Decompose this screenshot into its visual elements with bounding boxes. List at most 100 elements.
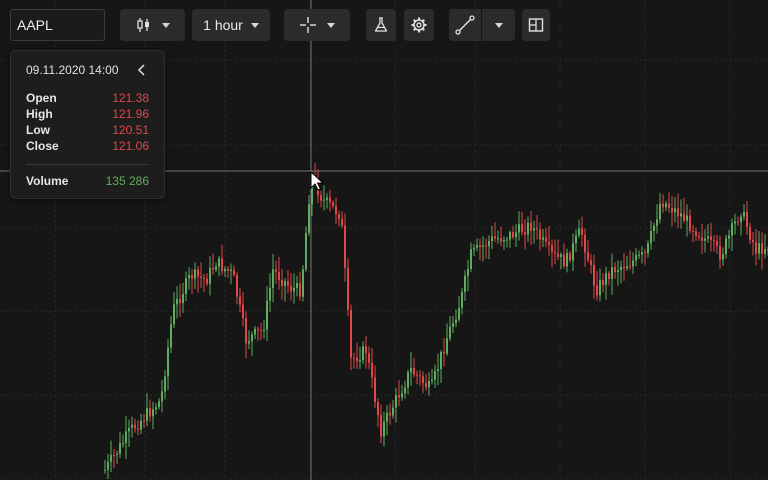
candle-body: [350, 309, 352, 358]
candle-body: [275, 269, 277, 272]
candle-body: [590, 260, 592, 265]
layout-button[interactable]: [522, 9, 550, 41]
candle-body: [308, 204, 310, 233]
candle-body: [425, 382, 427, 388]
candle-body: [236, 274, 238, 297]
settings-button[interactable]: [404, 9, 434, 41]
gear-icon: [410, 16, 428, 34]
candle-body: [656, 219, 658, 226]
candle-body: [500, 238, 502, 242]
candle-body: [335, 205, 337, 215]
ohlc-divider: [26, 164, 149, 165]
candle-body: [755, 242, 757, 254]
interval-label: 1 hour: [203, 17, 243, 33]
candle-body: [320, 195, 322, 201]
candle-body: [536, 228, 538, 230]
candle-body: [404, 387, 406, 394]
candle-body: [158, 401, 160, 408]
candle-body: [728, 235, 730, 239]
candle-body: [176, 299, 178, 305]
interval-button[interactable]: 1 hour: [192, 9, 270, 41]
candle-body: [692, 230, 694, 232]
chevron-down-icon: [327, 22, 335, 28]
candle-body: [431, 379, 433, 382]
candles-icon: [136, 17, 152, 33]
collapse-panel-button[interactable]: [135, 63, 149, 77]
candle-body: [533, 228, 535, 231]
candle-body: [125, 431, 127, 444]
candle-body: [185, 278, 187, 295]
candle-body: [380, 415, 382, 437]
candle-body: [479, 245, 481, 248]
candle-body: [119, 443, 121, 454]
candle-body: [134, 424, 136, 429]
candle-body: [593, 264, 595, 286]
candle-body: [521, 224, 523, 233]
candle-body: [677, 208, 679, 217]
candle-body: [383, 421, 385, 437]
candle-body: [740, 216, 742, 222]
candle-body: [704, 238, 706, 241]
candle-body: [386, 412, 388, 422]
candle-body: [695, 231, 697, 236]
top-toolbar: 1 hour: [0, 0, 768, 50]
candle-body: [299, 282, 301, 297]
candle-body: [455, 319, 457, 324]
drawing-tool-dropdown[interactable]: [482, 9, 515, 41]
candle-body: [647, 243, 649, 254]
crosshair-mode-button[interactable]: [284, 9, 350, 41]
candle-body: [419, 375, 421, 377]
candle-body: [503, 239, 505, 242]
candle-body: [266, 300, 268, 330]
candle-body: [302, 269, 304, 297]
candle-body: [638, 254, 640, 256]
candle-body: [485, 245, 487, 247]
candle-body: [140, 420, 142, 430]
candle-body: [560, 254, 562, 257]
candle-body: [215, 266, 217, 270]
high-value: 121.96: [112, 107, 149, 121]
candle-body: [497, 238, 499, 240]
candle-body: [182, 294, 184, 303]
candle-body: [233, 269, 235, 275]
candle-body: [203, 277, 205, 279]
candle-body: [644, 252, 646, 254]
low-value: 120.51: [112, 123, 149, 137]
candle-body: [632, 260, 634, 267]
candle-body: [278, 271, 280, 281]
candle-body: [239, 296, 241, 305]
drawing-tool-button[interactable]: [449, 9, 481, 41]
candle-body: [491, 236, 493, 242]
ohlc-high-row: High 121.96: [26, 106, 149, 122]
symbol-input[interactable]: [10, 9, 105, 41]
candle-body: [362, 346, 364, 361]
candle-body: [698, 235, 700, 238]
candle-body: [599, 280, 601, 296]
candle-body: [146, 408, 148, 421]
candle-body: [188, 274, 190, 279]
candle-body: [437, 369, 439, 371]
open-label: Open: [26, 91, 57, 105]
candle-body: [377, 402, 379, 416]
candle-body: [152, 409, 154, 417]
volume-value: 135 286: [105, 174, 149, 188]
candle-body: [509, 232, 511, 240]
candle-body: [290, 285, 292, 292]
candle-body: [443, 352, 445, 354]
candle-body: [428, 381, 430, 388]
layout-icon: [528, 17, 544, 33]
chart-type-button[interactable]: [120, 9, 185, 41]
flask-icon: [373, 17, 389, 33]
candle-body: [326, 197, 328, 200]
candle-body: [746, 211, 748, 228]
indicators-button[interactable]: [366, 9, 396, 41]
chevron-down-icon: [161, 22, 170, 28]
candle-body: [155, 407, 157, 410]
candle-body: [173, 304, 175, 325]
candle-body: [758, 243, 760, 254]
candle-body: [515, 232, 517, 238]
candle-body: [524, 232, 526, 235]
candle-body: [725, 238, 727, 255]
candle-body: [209, 267, 211, 284]
candle-body: [227, 268, 229, 272]
